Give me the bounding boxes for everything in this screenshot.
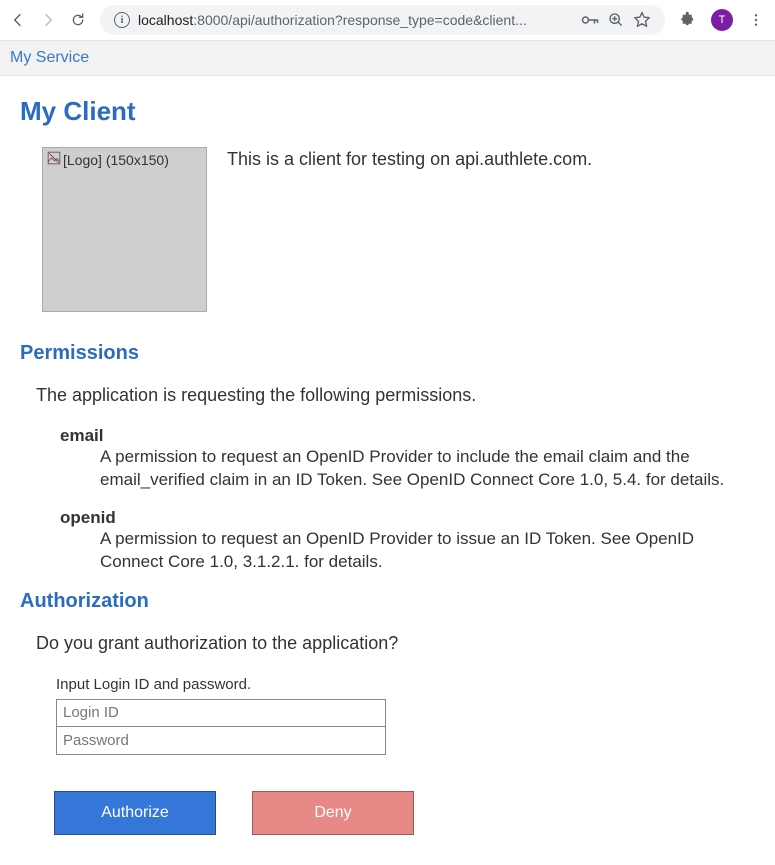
permission-desc: A permission to request an OpenID Provid… bbox=[100, 446, 755, 492]
permission-name: email bbox=[60, 426, 755, 446]
permission-name: openid bbox=[60, 508, 755, 528]
main-content: My Client [Logo] (150x150) This is a cli… bbox=[0, 76, 775, 865]
client-title: My Client bbox=[20, 96, 755, 127]
login-instruction: Input Login ID and password. bbox=[56, 676, 755, 693]
permission-item: email A permission to request an OpenID … bbox=[60, 426, 755, 492]
zoom-icon[interactable] bbox=[607, 11, 625, 29]
browser-toolbar: i localhost:8000/api/authorization?respo… bbox=[0, 0, 775, 40]
forward-icon bbox=[40, 12, 56, 28]
service-bar: My Service bbox=[0, 40, 775, 76]
service-name-link[interactable]: My Service bbox=[10, 49, 89, 66]
client-info-row: [Logo] (150x150) This is a client for te… bbox=[42, 147, 755, 312]
url-text: localhost:8000/api/authorization?respons… bbox=[138, 12, 573, 28]
extensions-icon[interactable] bbox=[679, 11, 697, 29]
deny-button[interactable]: Deny bbox=[252, 791, 414, 835]
authorization-question: Do you grant authorization to the applic… bbox=[36, 633, 755, 654]
password-field[interactable] bbox=[56, 727, 386, 755]
authorize-button[interactable]: Authorize bbox=[54, 791, 216, 835]
permission-item: openid A permission to request an OpenID… bbox=[60, 508, 755, 574]
url-path: :8000/api/authorization?response_type=co… bbox=[193, 12, 527, 28]
broken-image-icon bbox=[47, 151, 61, 168]
avatar-letter: T bbox=[719, 14, 726, 26]
permission-desc: A permission to request an OpenID Provid… bbox=[100, 528, 755, 574]
key-icon[interactable] bbox=[581, 11, 599, 29]
logo-alt-text: [Logo] (150x150) bbox=[63, 152, 169, 168]
avatar[interactable]: T bbox=[711, 9, 733, 31]
address-bar[interactable]: i localhost:8000/api/authorization?respo… bbox=[100, 5, 665, 35]
client-logo-placeholder: [Logo] (150x150) bbox=[42, 147, 207, 312]
url-host: localhost bbox=[138, 12, 193, 28]
kebab-menu-icon[interactable] bbox=[747, 11, 765, 29]
login-id-field[interactable] bbox=[56, 699, 386, 727]
authorization-heading: Authorization bbox=[20, 590, 755, 613]
permissions-intro: The application is requesting the follow… bbox=[36, 385, 755, 406]
button-row: Authorize Deny bbox=[54, 791, 755, 835]
client-description: This is a client for testing on api.auth… bbox=[227, 147, 755, 312]
bookmark-star-icon[interactable] bbox=[633, 11, 651, 29]
permissions-heading: Permissions bbox=[20, 342, 755, 365]
back-icon[interactable] bbox=[10, 12, 26, 28]
login-block: Input Login ID and password. bbox=[56, 676, 755, 755]
site-info-icon[interactable]: i bbox=[114, 12, 130, 28]
reload-icon[interactable] bbox=[70, 12, 86, 28]
